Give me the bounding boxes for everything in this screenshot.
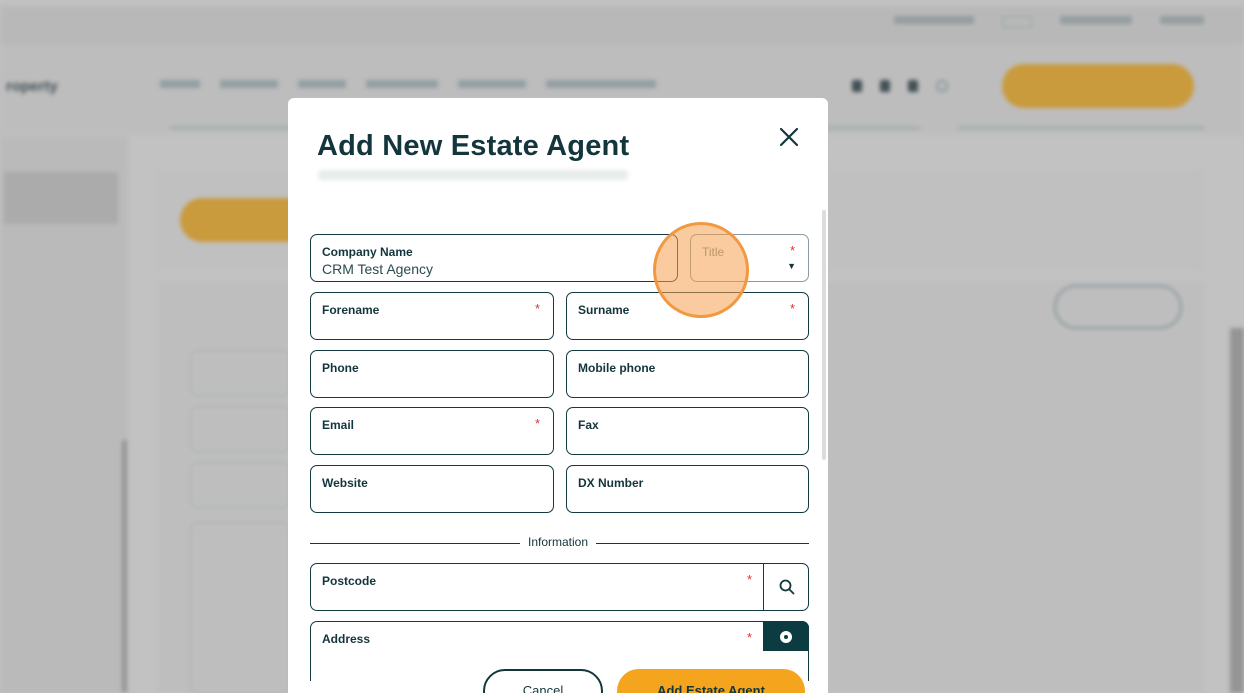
- address-label: Address: [322, 632, 371, 646]
- email-field[interactable]: Email *: [310, 407, 554, 455]
- required-marker: *: [746, 630, 752, 645]
- modal-subtitle: [318, 170, 628, 180]
- address-locate-button[interactable]: [763, 621, 809, 651]
- fax-label: Fax: [578, 418, 599, 432]
- postcode-field[interactable]: Postcode *: [310, 563, 809, 611]
- fax-field[interactable]: Fax: [566, 407, 809, 455]
- phone-field[interactable]: Phone: [310, 350, 554, 398]
- company-name-label: Company Name: [322, 245, 413, 259]
- search-icon: [779, 579, 794, 595]
- modal-title: Add New Estate Agent: [317, 130, 630, 162]
- surname-label: Surname: [578, 303, 630, 317]
- phone-label: Phone: [322, 361, 359, 375]
- location-pin-icon: [780, 631, 792, 643]
- required-marker: *: [746, 572, 752, 587]
- add-estate-agent-modal: Add New Estate Agent Company Name CRM Te…: [288, 98, 828, 693]
- required-marker: *: [789, 301, 795, 316]
- surname-field[interactable]: Surname *: [566, 292, 809, 340]
- title-select[interactable]: Title * ▼: [690, 234, 809, 282]
- add-estate-agent-button[interactable]: Add Estate Agent: [617, 669, 805, 693]
- postcode-label: Postcode: [322, 574, 377, 588]
- close-icon[interactable]: [776, 124, 802, 150]
- company-name-value: CRM Test Agency: [322, 261, 434, 277]
- title-label: Title: [702, 245, 725, 259]
- forename-label: Forename: [322, 303, 380, 317]
- dx-number-field[interactable]: DX Number: [566, 465, 809, 513]
- caret-down-icon: ▼: [787, 261, 796, 271]
- modal-scrollbar[interactable]: [822, 210, 826, 460]
- cancel-button[interactable]: Cancel: [483, 669, 603, 693]
- required-marker: *: [789, 243, 795, 258]
- postcode-search-button[interactable]: [763, 563, 809, 611]
- website-field[interactable]: Website: [310, 465, 554, 513]
- section-label: Information: [520, 535, 597, 549]
- email-label: Email: [322, 418, 355, 432]
- company-name-field[interactable]: Company Name CRM Test Agency: [310, 234, 678, 282]
- forename-field[interactable]: Forename *: [310, 292, 554, 340]
- required-marker: *: [534, 416, 540, 431]
- dx-number-label: DX Number: [578, 476, 644, 490]
- mobile-phone-label: Mobile phone: [578, 361, 656, 375]
- website-label: Website: [322, 476, 368, 490]
- mobile-phone-field[interactable]: Mobile phone: [566, 350, 809, 398]
- required-marker: *: [534, 301, 540, 316]
